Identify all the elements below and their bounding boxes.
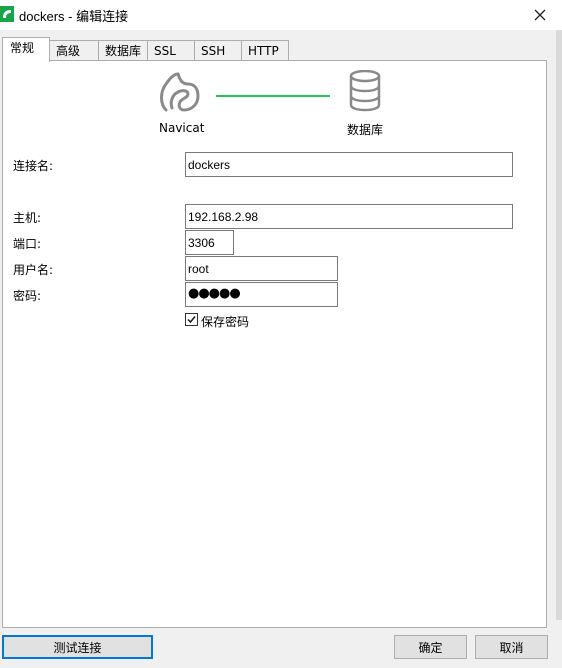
close-button[interactable] <box>522 0 558 30</box>
close-icon <box>534 9 546 21</box>
connection-name-input[interactable] <box>185 152 513 177</box>
save-password-checkbox[interactable] <box>185 313 198 326</box>
username-label: 用户名: <box>13 263 54 277</box>
tab-advanced[interactable]: 高级 <box>49 40 99 61</box>
window-title: dockers - 编辑连接 <box>19 9 129 24</box>
tab-http[interactable]: HTTP <box>241 40 289 61</box>
title-bar: dockers - 编辑连接 <box>0 0 562 30</box>
password-label: 密码: <box>13 289 42 303</box>
tab-general[interactable]: 常规 <box>2 37 50 62</box>
general-panel <box>2 60 547 628</box>
window-edge-strip <box>556 30 562 620</box>
connection-line <box>216 95 330 97</box>
port-label: 端口: <box>13 237 42 251</box>
connection-name-label: 连接名: <box>13 159 54 173</box>
database-icon <box>349 70 381 112</box>
database-label: 数据库 <box>347 123 384 137</box>
username-input[interactable] <box>185 256 338 281</box>
navicat-app-icon <box>0 6 14 22</box>
host-label: 主机: <box>13 211 42 225</box>
password-input[interactable]: ●●●●● <box>185 282 338 307</box>
tab-database[interactable]: 数据库 <box>98 40 148 61</box>
tab-ssh[interactable]: SSH <box>194 40 242 61</box>
tab-ssl[interactable]: SSL <box>147 40 195 61</box>
cancel-button[interactable]: 取消 <box>475 635 548 659</box>
port-input[interactable] <box>185 230 234 255</box>
navicat-logo-icon <box>160 72 200 112</box>
checkmark-icon <box>187 316 196 324</box>
host-input[interactable] <box>185 204 513 229</box>
save-password-label[interactable]: 保存密码 <box>201 313 249 330</box>
ok-button[interactable]: 确定 <box>394 635 467 659</box>
navicat-label: Navicat <box>159 121 205 135</box>
test-connection-button[interactable]: 测试连接 <box>2 635 153 659</box>
